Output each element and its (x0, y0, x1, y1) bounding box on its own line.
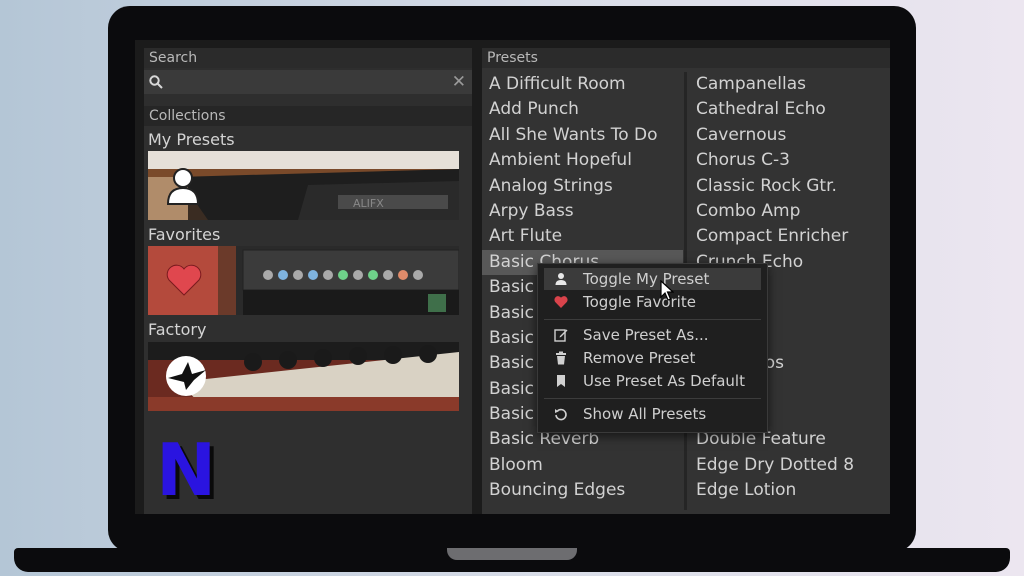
preset-item[interactable]: Arpy Bass (482, 199, 683, 224)
collection-favorites[interactable] (148, 246, 459, 315)
menu-item-use-preset-as-default[interactable]: Use Preset As Default (544, 370, 761, 392)
close-icon[interactable]: ✕ (452, 71, 466, 93)
search-bar[interactable]: ✕ (144, 70, 472, 94)
menu-separator (544, 398, 761, 399)
preset-item[interactable]: A Difficult Room (482, 72, 683, 97)
preset-item[interactable]: Chorus C-3 (689, 148, 890, 173)
search-input[interactable] (168, 72, 442, 94)
search-icon (149, 75, 163, 89)
preset-item[interactable]: Add Punch (482, 97, 683, 122)
preset-item[interactable]: Ambient Hopeful (482, 148, 683, 173)
preset-item[interactable]: Edge Dry Dotted 8 (689, 453, 890, 478)
menu-item-save-preset-as[interactable]: Save Preset As... (544, 324, 761, 346)
user-icon (555, 273, 567, 285)
collections-header: Collections (144, 106, 472, 126)
bookmark-icon (557, 375, 565, 387)
mouse-cursor-icon (660, 280, 674, 301)
preset-item[interactable]: Cathedral Echo (689, 97, 890, 122)
preset-item[interactable]: All She Wants To Do (482, 123, 683, 148)
preset-item[interactable]: Classic Rock Gtr. (689, 174, 890, 199)
menu-item-label: Toggle Favorite (583, 293, 696, 311)
brand-logo: N (156, 428, 226, 512)
collection-factory[interactable] (148, 342, 459, 411)
menu-item-label: Show All Presets (583, 405, 707, 423)
collection-my-presets[interactable]: ALIFX (148, 151, 459, 220)
preset-item[interactable]: Edge Lotion (689, 478, 890, 503)
menu-item-label: Use Preset As Default (583, 372, 745, 390)
menu-item-label: Save Preset As... (583, 326, 709, 344)
laptop-notch (447, 548, 577, 560)
svg-text:ALIFX: ALIFX (353, 197, 384, 210)
brand-logo-letter: N (156, 428, 217, 512)
heart-icon (166, 264, 202, 296)
edit-icon (554, 329, 568, 342)
menu-separator (544, 319, 761, 320)
collections-list: My Presets ALIFX Favorites Factory N (144, 126, 472, 514)
menu-item-show-all-presets[interactable]: Show All Presets (544, 403, 761, 425)
trash-icon (556, 351, 566, 365)
menu-item-label: Remove Preset (583, 349, 696, 367)
refresh-icon (555, 408, 567, 421)
search-header: Search (144, 48, 472, 68)
user-icon (166, 168, 200, 205)
presets-header: Presets (482, 48, 890, 68)
menu-item-remove-preset[interactable]: Remove Preset (544, 347, 761, 369)
left-panel: Search ✕ Collections My Presets ALIFX Fa… (144, 48, 472, 514)
app-window: Search ✕ Collections My Presets ALIFX Fa… (135, 40, 890, 514)
preset-item[interactable]: Bloom (482, 453, 683, 478)
menu-item-toggle-favorite[interactable]: Toggle Favorite (544, 291, 761, 313)
preset-item[interactable]: Cavernous (689, 123, 890, 148)
bird-icon (166, 356, 206, 396)
menu-item-toggle-my-preset[interactable]: Toggle My Preset (544, 268, 761, 290)
menu-item-label: Toggle My Preset (583, 270, 710, 288)
preset-item[interactable]: Bouncing Edges (482, 478, 683, 503)
context-menu: Toggle My Preset Toggle Favorite Save Pr… (537, 263, 768, 433)
collection-title-favorites: Favorites (148, 225, 221, 244)
preset-item[interactable]: Combo Amp (689, 199, 890, 224)
preset-item[interactable]: Campanellas (689, 72, 890, 97)
preset-item[interactable]: Compact Enricher (689, 224, 890, 249)
collection-title-factory: Factory (148, 320, 207, 339)
heart-icon (554, 296, 568, 308)
preset-item[interactable]: Analog Strings (482, 174, 683, 199)
collection-title-my-presets: My Presets (148, 130, 235, 149)
preset-item[interactable]: Art Flute (482, 224, 683, 249)
